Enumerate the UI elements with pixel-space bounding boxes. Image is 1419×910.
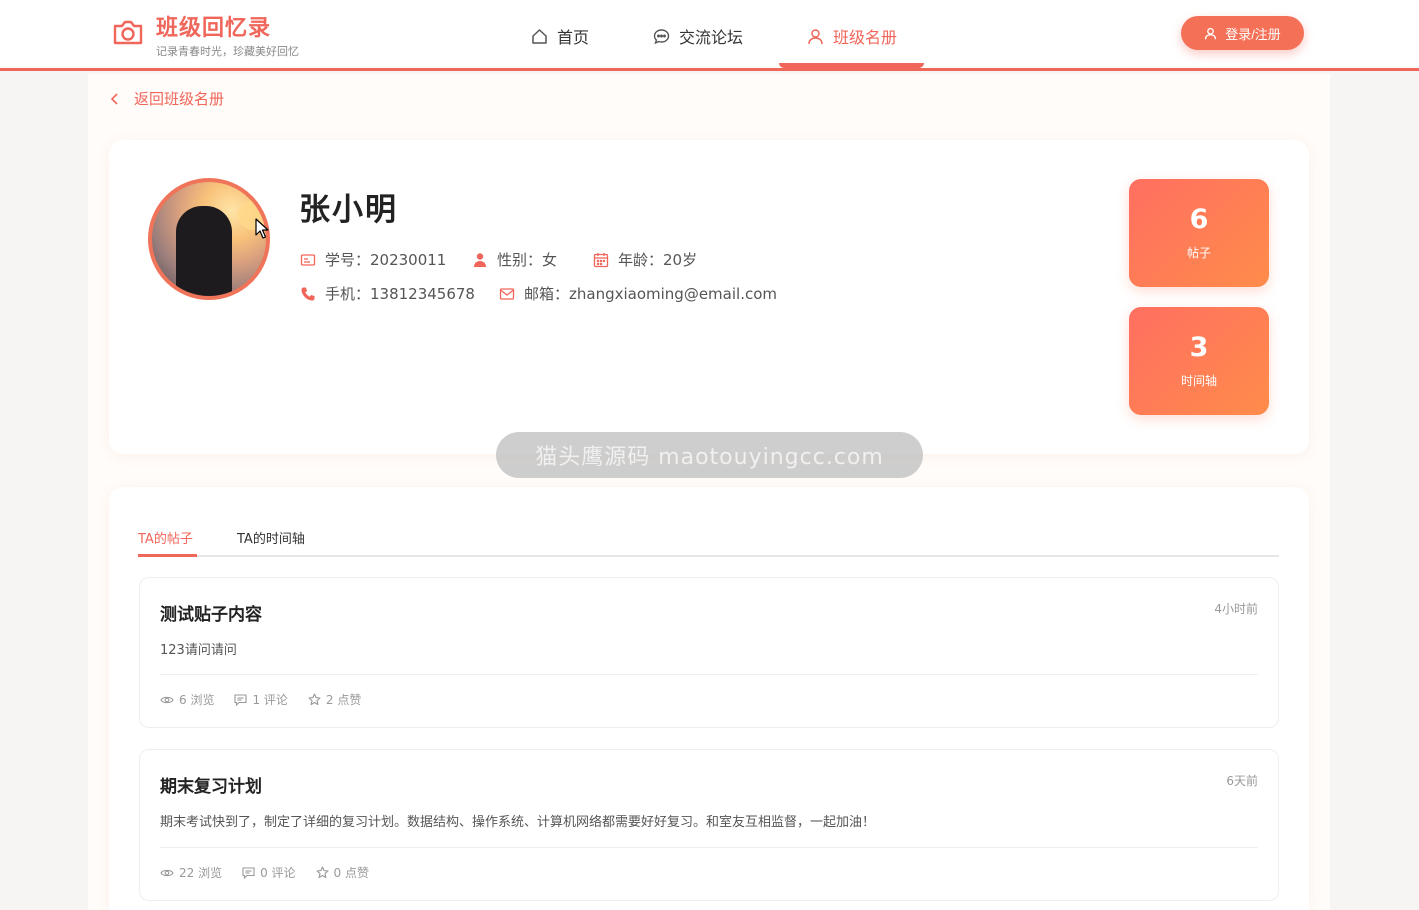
post-meta: 22 浏览 0 评论 0 点赞 — [160, 864, 389, 881]
timeline-count: 3 — [1189, 332, 1209, 363]
user-icon — [808, 28, 823, 44]
eye-icon — [160, 696, 174, 703]
comment-icon — [234, 693, 248, 706]
brand-title[interactable]: 班级回忆录 — [156, 10, 271, 42]
mouse-cursor-icon — [255, 218, 269, 239]
post-comments[interactable]: 0 评论 — [242, 864, 296, 881]
post-title: 测试贴子内容 — [160, 605, 262, 625]
post-body: 123请问请问 — [160, 643, 237, 658]
star-icon — [308, 693, 321, 706]
phone-info: 手机：13812345678 — [300, 283, 475, 304]
id-card-icon — [300, 253, 316, 266]
age-info: 年龄：20岁 — [593, 249, 697, 270]
login-register-label: 登录/注册 — [1225, 26, 1281, 42]
timeline-count-label: 时间轴 — [1180, 374, 1217, 388]
camera-icon — [113, 20, 143, 45]
phone-text: 手机：13812345678 — [325, 285, 475, 303]
timeline-count-card[interactable]: 3 时间轴 — [1129, 307, 1269, 415]
nav-home-label: 首页 — [557, 28, 590, 47]
login-register-button[interactable]: 登录/注册 — [1181, 16, 1304, 50]
post-title: 期末复习计划 — [160, 777, 262, 797]
nav-forum[interactable]: 交流论坛 — [653, 24, 743, 48]
person-icon — [474, 252, 486, 267]
user-icon — [1205, 27, 1217, 39]
student-id-text: 学号：20230011 — [325, 251, 447, 269]
post-comments[interactable]: 1 评论 — [234, 691, 288, 708]
brand-subtitle: 记录青春时光，珍藏美好回忆 — [156, 45, 299, 58]
top-nav-bar: 班级回忆录 记录青春时光，珍藏美好回忆 首页 交流论坛 班级名册 登录/注册 — [0, 0, 1419, 71]
post-item[interactable]: 测试贴子内容 4小时前 123请问请问 6 浏览 1 评论 2 点赞 — [139, 577, 1279, 728]
mail-icon — [499, 287, 515, 300]
nav-active-indicator — [779, 63, 924, 68]
tab-ta-posts[interactable]: TA的帖子 — [138, 528, 193, 547]
email-text: 邮箱：zhangxiaoming@email.com — [524, 285, 777, 303]
gender-info: 性别：女 — [472, 249, 557, 270]
nav-class-roster[interactable]: 班级名册 — [807, 24, 897, 48]
post-likes[interactable]: 2 点赞 — [308, 691, 361, 708]
profile-name: 张小明 — [299, 192, 398, 228]
nav-forum-label: 交流论坛 — [679, 28, 744, 47]
post-divider — [160, 847, 1258, 848]
post-divider — [160, 674, 1258, 675]
post-time: 6天前 — [1226, 774, 1258, 788]
avatar-silhouette — [176, 206, 232, 296]
watermark: 猫头鹰源码 maotouyingcc.com — [496, 432, 923, 478]
nav-home[interactable]: 首页 — [531, 24, 589, 48]
phone-icon — [301, 287, 315, 300]
tab-ta-timeline[interactable]: TA的时间轴 — [237, 528, 305, 547]
post-views: 6 浏览 — [160, 691, 214, 708]
back-to-roster-link[interactable]: 返回班级名册 — [110, 88, 224, 109]
chat-icon — [653, 28, 670, 44]
age-text: 年龄：20岁 — [618, 251, 698, 269]
gender-text: 性别：女 — [497, 251, 558, 269]
posts-count-label: 帖子 — [1186, 246, 1211, 260]
post-likes[interactable]: 0 点赞 — [315, 864, 369, 881]
post-time: 4小时前 — [1214, 602, 1258, 616]
avatar — [148, 178, 270, 300]
comment-icon — [242, 866, 255, 879]
nav-class-roster-label: 班级名册 — [833, 28, 898, 47]
student-id-info: 学号：20230011 — [300, 249, 446, 270]
calendar-icon — [593, 252, 609, 267]
eye-icon — [160, 869, 174, 876]
post-body: 期末考试快到了，制定了详细的复习计划。数据结构、操作系统、计算机网络都需要好好复… — [160, 815, 876, 830]
star-icon — [315, 866, 329, 879]
post-meta: 6 浏览 1 评论 2 点赞 — [160, 691, 381, 708]
post-views: 22 浏览 — [160, 864, 222, 881]
chevron-left-icon — [110, 92, 118, 105]
posts-count: 6 — [1189, 204, 1209, 235]
tabs-divider — [138, 555, 1279, 557]
back-link-label: 返回班级名册 — [134, 90, 225, 108]
home-icon — [532, 28, 547, 44]
email-info: 邮箱：zhangxiaoming@email.com — [499, 283, 777, 304]
posts-count-card[interactable]: 6 帖子 — [1129, 179, 1269, 287]
post-item[interactable]: 期末复习计划 6天前 期末考试快到了，制定了详细的复习计划。数据结构、操作系统、… — [139, 749, 1279, 901]
tab-active-indicator — [138, 554, 197, 557]
